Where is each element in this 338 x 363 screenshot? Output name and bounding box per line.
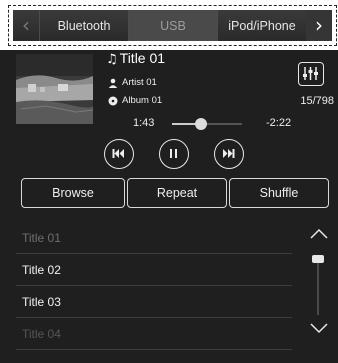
list-item-title: Title 01: [22, 230, 61, 245]
shuffle-button[interactable]: Shuffle: [229, 178, 329, 208]
track-list: Title 01 Title 02 Title 03 Title 04: [16, 222, 292, 363]
chevron-down-icon: [310, 323, 328, 334]
disc-icon: [108, 96, 118, 105]
tab-bluetooth[interactable]: Bluetooth: [39, 10, 128, 41]
list-item-title: Title 03: [22, 294, 61, 309]
track-title: ♫ Title 01: [106, 50, 165, 67]
browse-button[interactable]: Browse: [21, 178, 125, 208]
next-source-button[interactable]: ›: [306, 10, 332, 41]
list-item[interactable]: Title 02: [16, 254, 292, 286]
chevron-left-icon: ‹: [22, 13, 30, 37]
skip-previous-icon: [112, 149, 124, 158]
album-name: Album 01: [122, 95, 163, 106]
list-item-title: Title 02: [22, 262, 61, 277]
scroll-up-button[interactable]: [308, 226, 330, 242]
scroll-down-button[interactable]: [308, 320, 330, 336]
chevron-right-icon: ›: [315, 13, 323, 37]
seek-slider[interactable]: [172, 117, 242, 131]
previous-track-button[interactable]: [104, 139, 134, 169]
equalizer-icon: [303, 67, 318, 80]
chevron-up-icon: [310, 228, 328, 239]
music-note-icon: ♫: [106, 52, 118, 67]
list-item[interactable]: Title 01: [16, 222, 292, 254]
seek-thumb[interactable]: [195, 118, 208, 130]
pause-icon: [170, 149, 177, 158]
repeat-button[interactable]: Repeat: [127, 178, 227, 208]
remaining-time: -2:22: [266, 117, 292, 129]
elapsed-time: 1:43: [133, 117, 155, 129]
scrollbar-thumb[interactable]: [312, 255, 324, 263]
tab-usb[interactable]: USB: [128, 10, 217, 41]
equalizer-button[interactable]: [298, 62, 324, 86]
media-player-screen: ‹ Bluetooth USB iPod/iPhone › ♫ Title 01…: [0, 0, 338, 363]
list-item[interactable]: Title 04: [16, 318, 292, 350]
scrollbar-track[interactable]: [317, 255, 319, 315]
track-title-text: Title 01: [119, 50, 166, 66]
skip-next-icon: [223, 149, 235, 158]
track-counter: 15/798: [300, 95, 334, 107]
next-track-button[interactable]: [214, 139, 244, 169]
album-row: Album 01: [108, 95, 162, 106]
source-selector-frame: ‹ Bluetooth USB iPod/iPhone ›: [8, 5, 337, 46]
artist-name: Artist 01: [122, 77, 157, 88]
list-item-title: Title 04: [22, 326, 61, 341]
source-bar: ‹ Bluetooth USB iPod/iPhone ›: [0, 0, 338, 50]
person-icon: [108, 78, 118, 88]
album-art: [16, 54, 93, 124]
source-tabs: ‹ Bluetooth USB iPod/iPhone ›: [13, 10, 332, 41]
tab-ipod-iphone[interactable]: iPod/iPhone: [217, 10, 306, 41]
list-item[interactable]: Title 03: [16, 286, 292, 318]
prev-source-button[interactable]: ‹: [13, 10, 39, 41]
pause-button[interactable]: [159, 139, 189, 169]
artist-row: Artist 01: [108, 77, 157, 88]
